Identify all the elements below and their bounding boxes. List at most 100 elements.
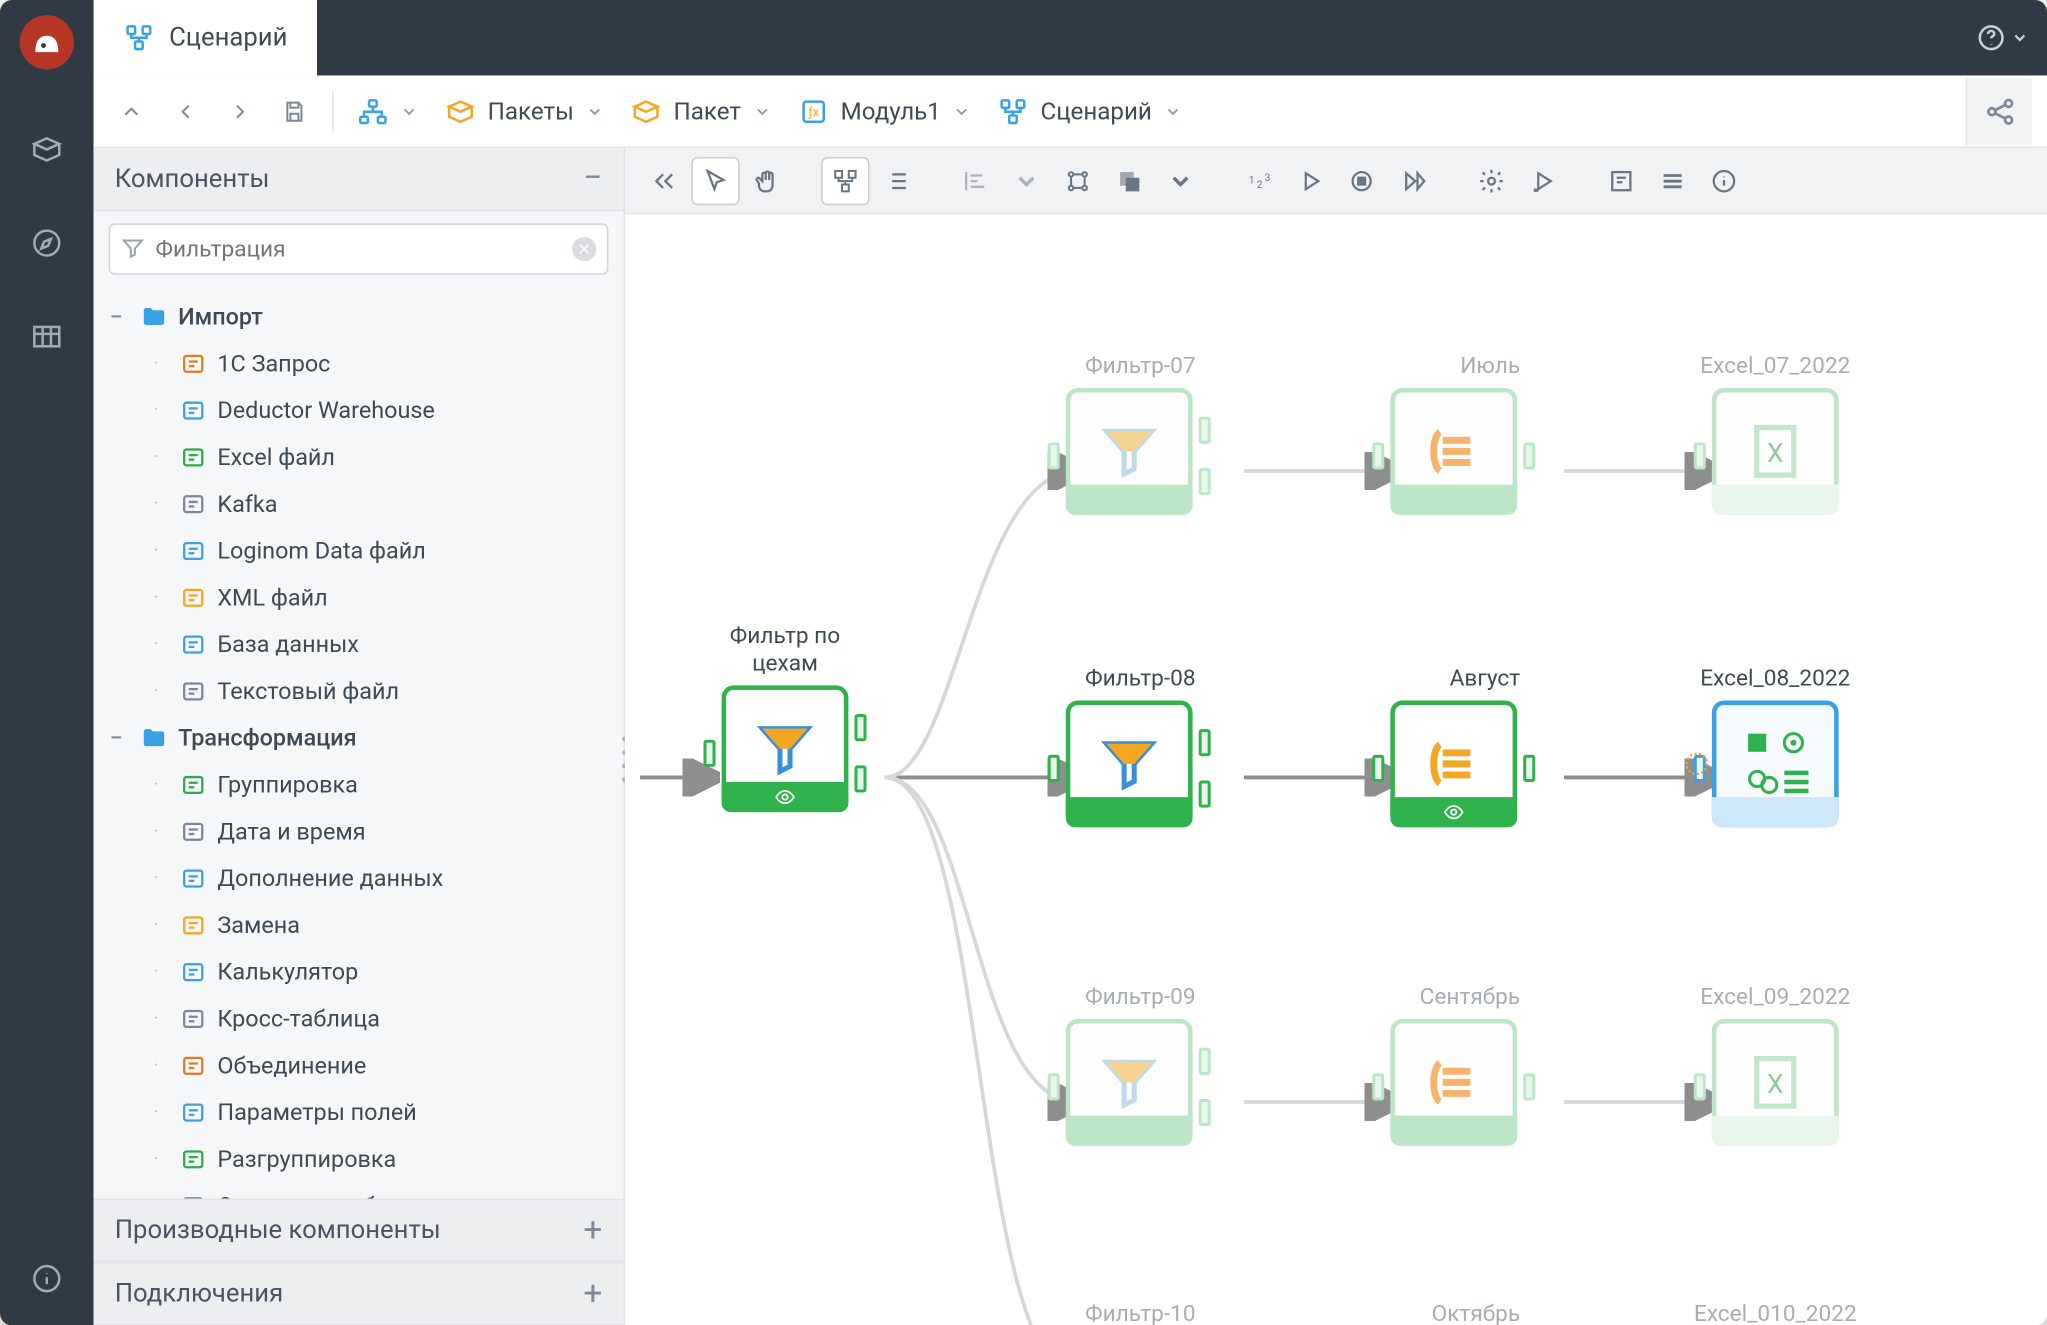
ctb-runsel-icon[interactable]: [1519, 156, 1567, 204]
node-month-09[interactable]: Сентябрь: [1387, 981, 1520, 1146]
node-excel-08[interactable]: Excel_08_2022: [1709, 663, 1842, 828]
panel-title: Производные компоненты: [115, 1215, 441, 1245]
tree-item[interactable]: ·····Группировка: [103, 761, 624, 808]
tree-item[interactable]: ·····База данных: [103, 620, 624, 667]
ctb-hand-icon[interactable]: [743, 156, 791, 204]
ctb-autoposition-icon[interactable]: [821, 156, 869, 204]
tree-label: Свертка столбцов: [217, 1192, 416, 1199]
bc-back-button[interactable]: [163, 88, 208, 133]
tree-item[interactable]: ·····Текстовый файл: [103, 667, 624, 714]
tree-label: Импорт: [178, 303, 263, 330]
crumb-packages[interactable]: Пакеты: [436, 96, 613, 126]
connections-header[interactable]: Подключения +: [94, 1262, 624, 1325]
tree-item[interactable]: ·····Калькулятор: [103, 948, 624, 995]
ctb-align-icon[interactable]: [951, 156, 999, 204]
node-month-08[interactable]: Август: [1387, 663, 1520, 828]
tree-group-import[interactable]: − Импорт: [103, 293, 624, 340]
ctb-order-dd-icon[interactable]: [1156, 156, 1204, 204]
crumb-label: Пакеты: [488, 97, 574, 126]
components-panel: Компоненты − ✕ − Импорт ·····1С Запрос··…: [94, 148, 625, 1325]
tree-label: Excel файл: [217, 443, 335, 470]
ctb-order-icon[interactable]: [1105, 156, 1153, 204]
node-filter-07[interactable]: Фильтр-07: [1063, 350, 1196, 515]
svg-text:X: X: [1767, 438, 1784, 469]
workflow-canvas[interactable]: Фильтр-07 Июль Excel_07_2022X Фильтр по …: [625, 214, 2047, 1325]
tree-item[interactable]: ·····Loginom Data файл: [103, 527, 624, 574]
rail-navigator-icon[interactable]: [0, 217, 94, 268]
ctb-runall-icon[interactable]: [1389, 156, 1437, 204]
tree-label: Группировка: [217, 771, 358, 798]
rail-packages-icon[interactable]: [0, 124, 94, 175]
tree-item[interactable]: ·····XML файл: [103, 574, 624, 621]
ctb-note-icon[interactable]: [1597, 156, 1645, 204]
tree-item[interactable]: ·····1С Запрос: [103, 340, 624, 387]
tree-item[interactable]: ·····Параметры полей: [103, 1088, 624, 1135]
tree-item[interactable]: ·····Deductor Warehouse: [103, 386, 624, 433]
tree-item[interactable]: ·····Разгруппировка: [103, 1135, 624, 1182]
bc-forward-button[interactable]: [217, 88, 262, 133]
tree-label: Loginom Data файл: [217, 537, 425, 564]
tab-label: Сценарий: [169, 23, 287, 53]
tree-label: Калькулятор: [217, 958, 358, 985]
ctb-pointer-icon[interactable]: [691, 156, 739, 204]
node-filter-09[interactable]: Фильтр-09: [1063, 981, 1196, 1146]
svg-text:1: 1: [1249, 175, 1255, 186]
tree-item[interactable]: ·····Дата и время: [103, 808, 624, 855]
canvas-area: 123: [625, 148, 2047, 1325]
share-button[interactable]: [1965, 78, 2031, 144]
components-header[interactable]: Компоненты −: [94, 148, 624, 211]
node-excel-09[interactable]: Excel_09_2022X: [1709, 981, 1842, 1146]
svg-text:3: 3: [1265, 172, 1271, 183]
node-excel-07[interactable]: Excel_07_2022X: [1709, 350, 1842, 515]
ctb-settings-icon[interactable]: [1467, 156, 1515, 204]
expand-icon[interactable]: +: [583, 1275, 602, 1313]
ctb-align-dd-icon[interactable]: [1002, 156, 1050, 204]
collapse-icon[interactable]: −: [583, 160, 602, 198]
tree-label: XML файл: [217, 583, 327, 610]
expand-icon[interactable]: +: [583, 1211, 602, 1249]
help-button[interactable]: [1976, 23, 2029, 53]
derived-header[interactable]: Производные компоненты +: [94, 1199, 624, 1262]
crumb-root[interactable]: [349, 96, 427, 126]
filter-input[interactable]: [109, 223, 609, 274]
filter-clear-icon[interactable]: ✕: [572, 237, 596, 261]
rail-info-icon[interactable]: [0, 1253, 94, 1304]
tree-item[interactable]: ·····Замена: [103, 901, 624, 948]
tab-scenario[interactable]: Сценарий: [94, 0, 318, 75]
bc-save-button[interactable]: [272, 88, 317, 133]
node-month-07[interactable]: Июль: [1387, 350, 1520, 515]
ctb-numbers-icon[interactable]: 123: [1235, 156, 1283, 204]
tree-item[interactable]: ·····Kafka: [103, 480, 624, 527]
tree-label: Кросс-таблица: [217, 1005, 380, 1032]
ctb-menu-icon[interactable]: [1648, 156, 1696, 204]
tree-label: Дополнение данных: [217, 864, 443, 891]
node-filter-08[interactable]: Фильтр-08: [1063, 663, 1196, 828]
ctb-list-icon[interactable]: [873, 156, 921, 204]
ctb-info-icon[interactable]: [1700, 156, 1748, 204]
tree-item[interactable]: ·····Объединение: [103, 1042, 624, 1089]
ctb-collapse-icon[interactable]: [640, 156, 688, 204]
tree-item[interactable]: ·····Кросс-таблица: [103, 995, 624, 1042]
tree-group-transform[interactable]: − Трансформация: [103, 714, 624, 761]
bc-up-button[interactable]: [109, 88, 154, 133]
node-filter-main[interactable]: Фильтр по цехам: [719, 622, 852, 812]
tree-item[interactable]: ·····Дополнение данных: [103, 854, 624, 901]
crumb-package[interactable]: Пакет: [622, 96, 780, 126]
tree-label: Замена: [217, 911, 300, 938]
tree-item[interactable]: ·····Excel файл: [103, 433, 624, 480]
ctb-run-icon[interactable]: [1286, 156, 1334, 204]
ctb-stop-icon[interactable]: [1338, 156, 1386, 204]
panel-title: Подключения: [115, 1279, 283, 1309]
crumb-module[interactable]: ƒx Модуль1: [789, 96, 980, 126]
node-filter-10[interactable]: Фильтр-10: [1063, 1298, 1196, 1325]
node-excel-10[interactable]: Excel_010_2022: [1709, 1298, 1842, 1325]
crumb-scenario[interactable]: Сценарий: [989, 96, 1191, 126]
rail-grid-icon[interactable]: [0, 311, 94, 362]
tree-item[interactable]: ·····Свертка столбцов: [103, 1182, 624, 1199]
node-month-10[interactable]: Октябрь: [1387, 1298, 1520, 1325]
svg-text:X: X: [1767, 1069, 1784, 1100]
left-rail: [0, 0, 94, 1325]
ctb-pool-icon[interactable]: [1054, 156, 1102, 204]
tree-label: Kafka: [217, 490, 277, 517]
filter-wrap: ✕: [109, 223, 609, 274]
